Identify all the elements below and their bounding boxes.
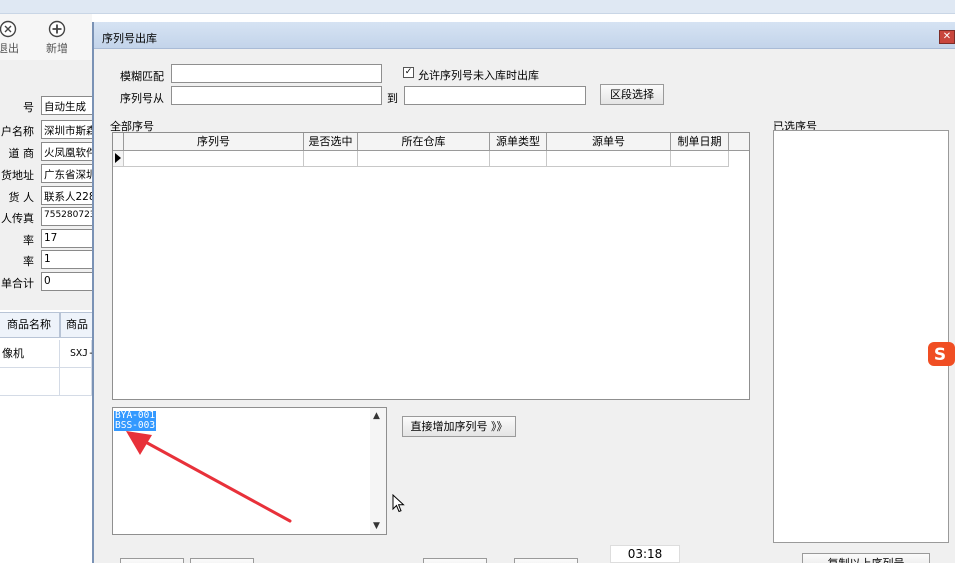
row-indicator[interactable] [113, 151, 124, 167]
form-row: 率 17 [0, 229, 101, 249]
svg-text:S: S [934, 345, 946, 365]
background-title-strip [0, 0, 955, 14]
table-row-cell[interactable] [0, 368, 60, 396]
dialog-titlebar[interactable]: 序列号出库 ✕ [94, 22, 955, 49]
form-label: 率 [23, 234, 34, 247]
table-row-cell[interactable] [547, 151, 671, 167]
background-toolbar: 退出 新增 [0, 14, 92, 60]
form-label: 货地址 [1, 169, 34, 182]
exit-icon [0, 20, 17, 38]
allow-unstocked-checkbox[interactable]: ✓ [403, 67, 414, 78]
serial-from-input[interactable] [171, 86, 382, 105]
add-icon [48, 20, 66, 38]
form-row: 道 商 火凤凰软件 [0, 142, 101, 162]
selected-serials-list[interactable] [773, 130, 949, 543]
grid-header-source-number[interactable]: 源单号 [547, 133, 671, 151]
table-row-cell[interactable] [304, 151, 358, 167]
exit-label: 退出 [0, 42, 19, 55]
scroll-down-icon[interactable]: ▼ [373, 521, 380, 531]
grid-header-created-date[interactable]: 制单日期 [671, 133, 729, 151]
form-row: 货地址 广东省深圳 [0, 164, 101, 184]
serial-to-input[interactable] [404, 86, 586, 105]
grid-header-product-name[interactable]: 商品名称 [0, 312, 60, 338]
dialog-bottom-button[interactable] [190, 558, 254, 563]
form-row: 户名称 深圳市斯森 [0, 120, 101, 140]
range-select-button[interactable]: 区段选择 [600, 84, 664, 105]
background-form: 号 自动生成 户名称 深圳市斯森 道 商 火凤凰软件 货地址 广东省深圳 货 人… [0, 60, 101, 310]
vertical-scrollbar[interactable]: ▲ ▼ [370, 408, 386, 534]
mouse-cursor-icon [392, 494, 405, 513]
grid-header-source-type[interactable]: 源单类型 [490, 133, 547, 151]
scroll-up-icon[interactable]: ▲ [373, 411, 380, 421]
serial-grid[interactable]: 序列号 是否选中 所在仓库 源单类型 源单号 制单日期 [112, 132, 750, 400]
dialog-bottom-button[interactable] [423, 558, 487, 563]
allow-unstocked-label: 允许序列号未入库时出库 [418, 69, 539, 82]
table-row-cell[interactable]: SXJ- [60, 340, 94, 368]
current-row-arrow-icon [115, 153, 121, 163]
form-label: 号 [23, 101, 34, 114]
grid-corner [113, 133, 124, 151]
form-row: 单合计 0 [0, 272, 101, 292]
grid-header-warehouse[interactable]: 所在仓库 [358, 133, 490, 151]
grid-header-selected[interactable]: 是否选中 [304, 133, 358, 151]
fuzzy-match-input[interactable] [171, 64, 382, 83]
form-label: 货 人 [8, 191, 35, 204]
table-row-cell[interactable]: 像机 [0, 340, 60, 368]
background-product-grid: 商品名称 商品 像机 SXJ- [0, 312, 94, 402]
dialog-title: 序列号出库 [102, 32, 157, 45]
copy-serials-button[interactable]: 复制以上序列号 [802, 553, 930, 563]
form-label: 户名称 [1, 125, 34, 138]
form-label: 道 商 [8, 147, 35, 160]
add-label: 新增 [46, 42, 68, 55]
table-row-cell[interactable] [60, 368, 92, 396]
table-row-cell[interactable] [124, 151, 304, 167]
form-row: 率 1 [0, 250, 101, 270]
form-label: 率 [23, 255, 34, 268]
fuzzy-match-label: 模糊匹配 [120, 70, 164, 83]
add-button[interactable]: 新增 [37, 20, 77, 56]
table-row-cell[interactable] [671, 151, 729, 167]
grid-header-product-code[interactable]: 商品 [60, 312, 94, 338]
dialog-bottom-button[interactable] [120, 558, 184, 563]
dialog-bottom-button[interactable] [514, 558, 578, 563]
add-serial-directly-button[interactable]: 直接增加序列号 》》 [402, 416, 516, 437]
close-icon: ✕ [942, 31, 952, 42]
form-row: 货 人 联系人228 [0, 186, 101, 206]
annotation-arrow-icon [126, 431, 292, 523]
form-label: 人传真 [1, 212, 34, 225]
serial-to-label: 到 [387, 92, 398, 105]
exit-button[interactable]: 退出 [0, 20, 28, 56]
table-row-cell[interactable] [358, 151, 490, 167]
form-row: 人传真 755280723 [0, 207, 101, 227]
grid-header-filler [729, 133, 749, 151]
clock-time: 03:18 [610, 545, 680, 563]
table-row-cell[interactable] [490, 151, 547, 167]
grid-header-serial[interactable]: 序列号 [124, 133, 304, 151]
sogou-ime-icon[interactable]: S [928, 342, 955, 366]
checkmark-icon: ✓ [404, 67, 413, 77]
close-button[interactable]: ✕ [939, 30, 955, 44]
form-label: 单合计 [1, 277, 34, 290]
serial-from-label: 序列号从 [120, 92, 164, 105]
form-row: 号 自动生成 [0, 96, 101, 116]
